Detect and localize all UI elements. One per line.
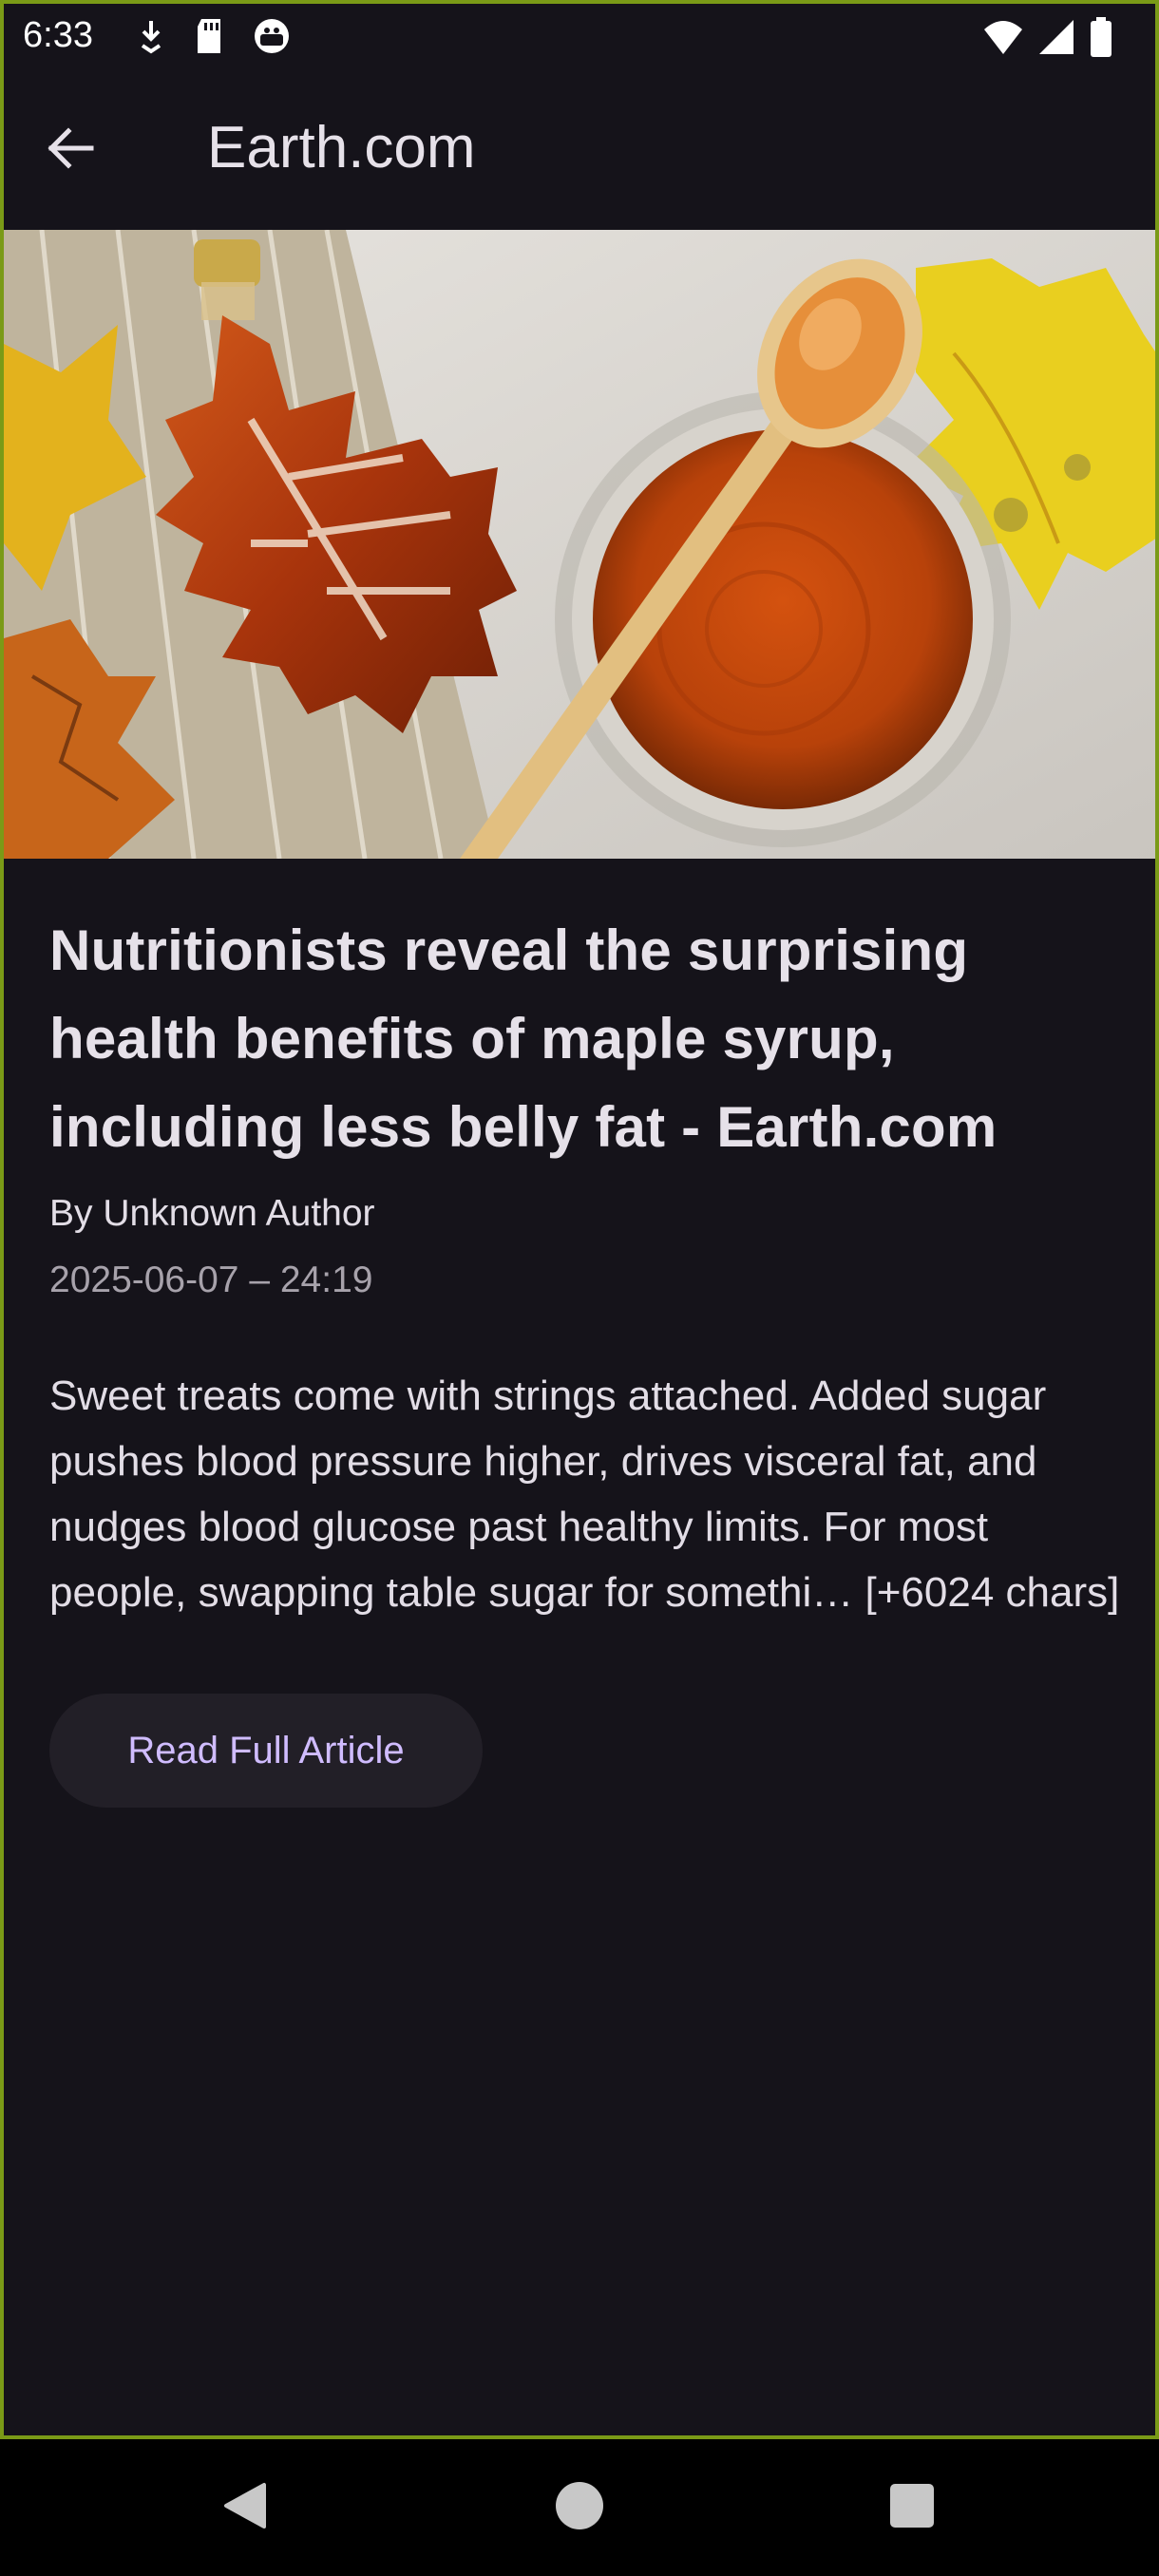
article-content: Nutritionists reveal the surprising heal… bbox=[49, 906, 1123, 1808]
arrow-back-icon bbox=[44, 122, 97, 180]
back-triangle-icon bbox=[220, 2481, 270, 2535]
article-date: 2025-06-07 – 24:19 bbox=[49, 1260, 373, 1300]
nav-back-button[interactable] bbox=[215, 2477, 276, 2538]
article-hero-image bbox=[4, 230, 1155, 859]
status-left-icons bbox=[137, 17, 291, 60]
status-right-icons bbox=[982, 17, 1113, 62]
cell-signal-icon bbox=[1037, 18, 1075, 61]
system-nav-bar bbox=[0, 2439, 1159, 2576]
sd-card-icon bbox=[194, 17, 224, 60]
article-headline: Nutritionists reveal the surprising heal… bbox=[49, 919, 998, 1159]
home-circle-icon bbox=[553, 2479, 606, 2537]
android-debug-icon bbox=[253, 17, 291, 60]
status-bar: 6:33 bbox=[4, 4, 1155, 72]
back-button[interactable] bbox=[30, 110, 110, 190]
app-screen: 6:33 Earth.com Nutritionists reveal the … bbox=[0, 0, 1159, 2439]
status-time: 6:33 bbox=[23, 15, 93, 55]
wifi-icon bbox=[982, 18, 1024, 61]
recents-square-icon bbox=[888, 2482, 936, 2534]
battery-icon bbox=[1089, 17, 1113, 62]
nav-home-button[interactable] bbox=[549, 2477, 610, 2538]
article-summary: Sweet treats come with strings attached.… bbox=[49, 1373, 1120, 1616]
app-title: Earth.com bbox=[207, 115, 476, 180]
app-bar: Earth.com bbox=[4, 72, 1155, 230]
article-byline: By Unknown Author bbox=[49, 1193, 375, 1234]
read-full-article-button[interactable]: Read Full Article bbox=[49, 1694, 483, 1808]
nav-recents-button[interactable] bbox=[882, 2477, 942, 2538]
download-icon bbox=[137, 17, 165, 60]
